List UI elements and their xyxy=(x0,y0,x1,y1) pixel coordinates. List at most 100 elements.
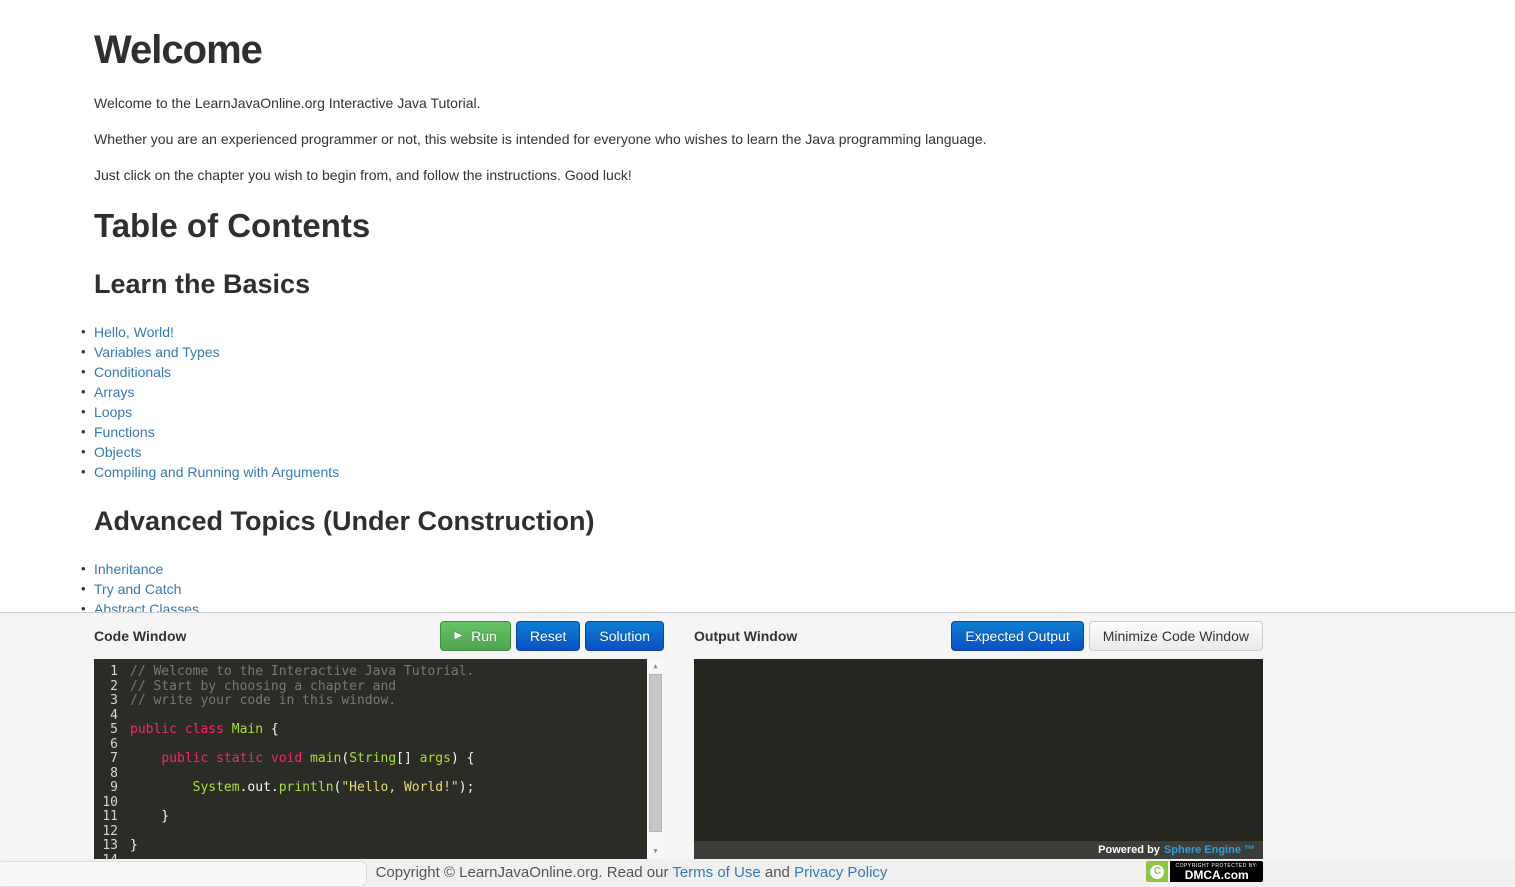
basics-heading: Learn the Basics xyxy=(94,269,311,299)
scrollbar-up-icon[interactable]: ▲ xyxy=(647,659,664,674)
code-token: ) { xyxy=(450,751,475,766)
line-number: 3 xyxy=(110,693,118,708)
code-token: String xyxy=(349,751,397,766)
code-content[interactable]: // Welcome to the Interactive Java Tutor… xyxy=(124,659,647,859)
copyright-prefix: Copyright © LearnJavaOnline.org. Read ou… xyxy=(375,864,673,881)
code-token: class xyxy=(184,722,224,737)
code-line: // Welcome to the Interactive Java Tutor… xyxy=(130,664,647,680)
powered-by-label: Powered by xyxy=(1098,844,1160,856)
output-window-label: Output Window xyxy=(694,628,798,644)
toc-link[interactable]: Conditionals xyxy=(94,364,171,380)
sphere-engine-link[interactable]: Sphere Engine ™ xyxy=(1164,844,1255,856)
toc-link[interactable]: Hello, World! xyxy=(94,324,174,340)
code-line: } xyxy=(130,838,647,854)
line-number: 11 xyxy=(102,809,118,824)
toc-link[interactable]: Try and Catch xyxy=(94,581,181,597)
list-item: Objects xyxy=(81,442,1263,462)
terms-of-use-link[interactable]: Terms of Use xyxy=(672,864,760,881)
basics-list: Hello, World! Variables and Types Conditio… xyxy=(81,322,1263,482)
code-line: System.out.println("Hello, World!"); xyxy=(130,780,647,796)
code-token: .out. xyxy=(239,780,279,795)
list-item: Compiling and Running with Arguments xyxy=(81,462,1263,482)
dmca-c-icon: C xyxy=(1146,861,1169,882)
toc-link[interactable]: Objects xyxy=(94,444,141,460)
intro-paragraph-3: Just click on the chapter you wish to be… xyxy=(94,167,632,183)
run-button[interactable]: ▶ Run xyxy=(440,621,511,651)
toc-link[interactable]: Loops xyxy=(94,404,132,420)
list-item: Functions xyxy=(81,422,1263,442)
list-item: Try and Catch xyxy=(81,579,1263,599)
line-number: 1 xyxy=(110,664,118,679)
privacy-policy-link[interactable]: Privacy Policy xyxy=(794,864,887,881)
toc-heading: Table of Contents xyxy=(94,207,371,244)
code-token: // Welcome to the Interactive Java Tutor… xyxy=(130,664,475,679)
solution-button[interactable]: Solution xyxy=(585,621,664,651)
code-window-label: Code Window xyxy=(94,628,187,644)
code-token: // write your code in this window. xyxy=(130,693,397,708)
code-editor[interactable]: 1234567891011121314 // Welcome to the In… xyxy=(94,659,664,859)
toc-link[interactable]: Inheritance xyxy=(94,561,163,577)
scrollbar-down-icon[interactable]: ▼ xyxy=(647,844,664,859)
dmca-badge[interactable]: C COPYRIGHT PROTECTED BY: DMCA.com xyxy=(1146,861,1263,882)
main-content: Welcome Welcome to the LearnJavaOnline.o… xyxy=(0,0,1263,679)
list-item: Inheritance xyxy=(81,559,1263,579)
code-line: } xyxy=(130,809,647,825)
line-number: 9 xyxy=(110,780,118,795)
powered-by-bar: Powered by Sphere Engine ™ xyxy=(694,841,1263,859)
reset-button[interactable]: Reset xyxy=(515,621,581,651)
code-line: // Start by choosing a chapter and xyxy=(130,678,647,695)
code-token: args xyxy=(419,751,451,766)
footer: Copyright © LearnJavaOnline.org. Read ou… xyxy=(0,859,1515,887)
code-token: void xyxy=(270,751,303,766)
play-icon: ▶ xyxy=(454,630,463,641)
toc-link[interactable]: Compiling and Running with Arguments xyxy=(94,464,339,480)
code-token: { xyxy=(263,722,279,737)
list-item: Variables and Types xyxy=(81,342,1263,362)
line-number-gutter: 1234567891011121314 xyxy=(94,659,124,859)
list-item: Arrays xyxy=(81,382,1263,402)
line-number: 7 xyxy=(110,751,118,766)
code-scrollbar[interactable]: ▲ ▼ xyxy=(647,659,664,859)
line-number: 2 xyxy=(110,678,118,694)
code-token: main xyxy=(310,751,342,766)
scrollbar-thumb[interactable] xyxy=(649,674,662,832)
toc-link[interactable]: Variables and Types xyxy=(94,344,220,360)
toc-link[interactable]: Functions xyxy=(94,424,155,440)
code-panel: Code Window ▶ Run Reset Solution 12345678… xyxy=(0,612,1515,887)
minimize-code-window-button[interactable]: Minimize Code Window xyxy=(1088,621,1263,651)
code-token: ); xyxy=(458,780,475,795)
advanced-heading: Advanced Topics (Under Construction) xyxy=(94,506,595,536)
code-token: "Hello, World!" xyxy=(341,780,459,795)
code-token: Main xyxy=(231,722,264,737)
copyright-text: Copyright © LearnJavaOnline.org. Read ou… xyxy=(376,864,888,881)
list-item: Loops xyxy=(81,402,1263,422)
line-number: 8 xyxy=(110,765,118,781)
list-item: Conditionals xyxy=(81,362,1263,382)
dmca-c-letter: C xyxy=(1150,864,1165,879)
code-token: System xyxy=(192,780,240,795)
code-token: println xyxy=(278,780,334,795)
expected-output-button[interactable]: Expected Output xyxy=(951,621,1084,651)
line-number: 6 xyxy=(110,736,118,752)
intro-paragraph-2: Whether you are an experienced programme… xyxy=(94,131,987,147)
code-token: public xyxy=(130,722,177,737)
code-token: [] xyxy=(396,751,420,766)
list-item: Hello, World! xyxy=(81,322,1263,342)
page-title: Welcome xyxy=(94,28,263,72)
line-number: 12 xyxy=(102,823,118,839)
output-window: Powered by Sphere Engine ™ xyxy=(694,659,1263,859)
and-word: and xyxy=(760,864,795,881)
toc-link[interactable]: Arrays xyxy=(94,384,134,400)
code-line: public static void main(String[] args) { xyxy=(130,751,647,767)
line-number: 4 xyxy=(110,707,118,723)
code-token: // Start by choosing a chapter and xyxy=(130,678,397,694)
code-line: // write your code in this window. xyxy=(130,693,647,709)
